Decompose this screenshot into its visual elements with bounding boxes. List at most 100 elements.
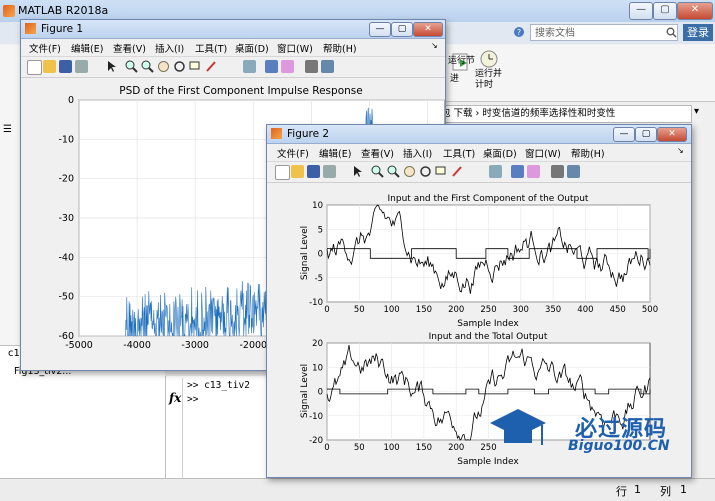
login-button[interactable]: 登录 bbox=[683, 24, 713, 41]
brush-icon[interactable] bbox=[451, 165, 464, 178]
colorbar-icon[interactable] bbox=[265, 60, 278, 73]
link-plot-icon[interactable] bbox=[489, 165, 502, 178]
menu-edit[interactable]: 编辑(E) bbox=[71, 41, 103, 55]
zoom-in-icon[interactable] bbox=[371, 165, 384, 178]
figure1-minimize-button[interactable]: — bbox=[369, 22, 391, 37]
zoom-in-icon[interactable] bbox=[125, 60, 138, 73]
open-file-icon[interactable] bbox=[43, 60, 56, 73]
psd-ytick-label: 0 bbox=[68, 95, 74, 106]
print-icon[interactable] bbox=[323, 165, 336, 178]
arrow-icon[interactable] bbox=[105, 60, 118, 73]
menu-help[interactable]: 帮助(H) bbox=[323, 41, 357, 55]
pan-icon[interactable] bbox=[157, 60, 170, 73]
xtick-label: 150 bbox=[416, 305, 432, 315]
zoom-out-icon[interactable] bbox=[141, 60, 154, 73]
psd-ytick-label: -10 bbox=[58, 134, 74, 145]
menu-desktop[interactable]: 桌面(D) bbox=[235, 41, 269, 55]
address-bar[interactable]: 包 下载 › 时变信道的频率选择性和时变性 bbox=[440, 105, 692, 123]
xtick-label: 50 bbox=[354, 305, 365, 315]
search-documentation-input[interactable]: 搜索文档 bbox=[530, 24, 678, 41]
psd-ytick-label: -30 bbox=[58, 213, 74, 224]
figure2-toolbar bbox=[267, 162, 691, 183]
menu-view[interactable]: 查看(V) bbox=[113, 41, 146, 55]
run-and-time-icon[interactable] bbox=[478, 47, 500, 69]
new-figure-icon[interactable] bbox=[27, 60, 42, 75]
show-plot-tools-icon[interactable] bbox=[321, 60, 334, 73]
command-divider bbox=[182, 378, 183, 478]
psd-ytick-label: -40 bbox=[58, 252, 74, 263]
command-line-1: >> c13_tiv2 bbox=[187, 380, 250, 391]
menu-tools[interactable]: 工具(T) bbox=[195, 41, 227, 55]
minimize-button[interactable]: — bbox=[629, 2, 653, 20]
matlab-logo-icon bbox=[3, 5, 15, 17]
zoom-out-icon[interactable] bbox=[387, 165, 400, 178]
menu-view[interactable]: 查看(V) bbox=[361, 146, 394, 160]
menu-insert[interactable]: 插入(I) bbox=[403, 146, 432, 160]
xtick-label: 100 bbox=[383, 443, 399, 453]
figure2-close-button[interactable]: ✕ bbox=[657, 127, 687, 142]
ytick-label: -10 bbox=[309, 298, 323, 308]
subplot2-title: Input and the Total Output bbox=[429, 332, 548, 342]
maximize-button[interactable]: ▢ bbox=[653, 2, 677, 20]
menu-window[interactable]: 窗口(W) bbox=[277, 41, 313, 55]
pan-icon[interactable] bbox=[403, 165, 416, 178]
xtick-label: 50 bbox=[354, 443, 365, 453]
figure2-minimize-button[interactable]: — bbox=[613, 127, 635, 142]
list-icon[interactable]: ☰ bbox=[3, 124, 12, 135]
subplot2-ylabel: Signal Level bbox=[300, 364, 310, 418]
legend-icon[interactable] bbox=[527, 165, 540, 178]
ytick-label: 0 bbox=[318, 388, 323, 398]
psd-xtick-label: -2000 bbox=[239, 340, 267, 351]
figure2-maximize-button[interactable]: ▢ bbox=[635, 127, 657, 142]
search-icon[interactable] bbox=[666, 27, 677, 41]
menu-dock-icon[interactable]: ↘ bbox=[431, 41, 438, 50]
menu-file[interactable]: 文件(F) bbox=[29, 41, 61, 55]
xtick-label: 150 bbox=[416, 443, 432, 453]
figure1-close-button[interactable]: ✕ bbox=[413, 22, 443, 37]
xtick-label: 200 bbox=[448, 305, 464, 315]
rotate-icon[interactable] bbox=[173, 60, 186, 73]
link-plot-icon[interactable] bbox=[243, 60, 256, 73]
xtick-label: 500 bbox=[642, 305, 658, 315]
figure1-title: Figure 1 bbox=[41, 23, 84, 35]
print-icon[interactable] bbox=[75, 60, 88, 73]
new-figure-icon[interactable] bbox=[275, 165, 290, 180]
ytick-label: 10 bbox=[312, 363, 323, 373]
open-file-icon[interactable] bbox=[291, 165, 304, 178]
colorbar-icon[interactable] bbox=[511, 165, 524, 178]
psd-ytick-label: -60 bbox=[58, 331, 74, 342]
address-dropdown-icon[interactable]: ▾ bbox=[694, 106, 699, 117]
menu-help[interactable]: 帮助(H) bbox=[571, 146, 605, 160]
fx-icon[interactable]: fx bbox=[169, 391, 181, 405]
data-cursor-icon[interactable] bbox=[435, 165, 448, 178]
figure1-menubar: 文件(F) 编辑(E) 查看(V) 插入(I) 工具(T) 桌面(D) 窗口(W… bbox=[21, 39, 445, 57]
figure1-maximize-button[interactable]: ▢ bbox=[391, 22, 413, 37]
menu-dock-icon[interactable]: ↘ bbox=[677, 146, 684, 155]
close-button[interactable]: ✕ bbox=[677, 2, 713, 20]
menu-insert[interactable]: 插入(I) bbox=[155, 41, 184, 55]
save-icon[interactable] bbox=[307, 165, 320, 178]
arrow-icon[interactable] bbox=[351, 165, 364, 178]
hide-plot-tools-icon[interactable] bbox=[305, 60, 318, 73]
menu-desktop[interactable]: 桌面(D) bbox=[483, 146, 517, 160]
rotate-icon[interactable] bbox=[419, 165, 432, 178]
save-icon[interactable] bbox=[59, 60, 72, 73]
question-icon[interactable]: ? bbox=[513, 26, 525, 38]
menu-window[interactable]: 窗口(W) bbox=[525, 146, 561, 160]
ytick-label: 10 bbox=[312, 201, 323, 211]
ytick-label: -10 bbox=[309, 412, 323, 422]
figure1-toolbar bbox=[21, 57, 445, 78]
menu-edit[interactable]: 编辑(E) bbox=[319, 146, 351, 160]
menu-tools[interactable]: 工具(T) bbox=[443, 146, 475, 160]
subplot1-ylabel: Signal Level bbox=[300, 226, 310, 280]
status-bar: 行 1 列 1 bbox=[0, 478, 715, 501]
menu-file[interactable]: 文件(F) bbox=[277, 146, 309, 160]
legend-icon[interactable] bbox=[281, 60, 294, 73]
figure-icon bbox=[271, 128, 282, 139]
data-cursor-icon[interactable] bbox=[189, 60, 202, 73]
subplot1-xlabel: Sample Index bbox=[457, 319, 519, 329]
command-line-2: >> bbox=[187, 394, 199, 405]
hide-plot-tools-icon[interactable] bbox=[551, 165, 564, 178]
brush-icon[interactable] bbox=[205, 60, 218, 73]
show-plot-tools-icon[interactable] bbox=[567, 165, 580, 178]
